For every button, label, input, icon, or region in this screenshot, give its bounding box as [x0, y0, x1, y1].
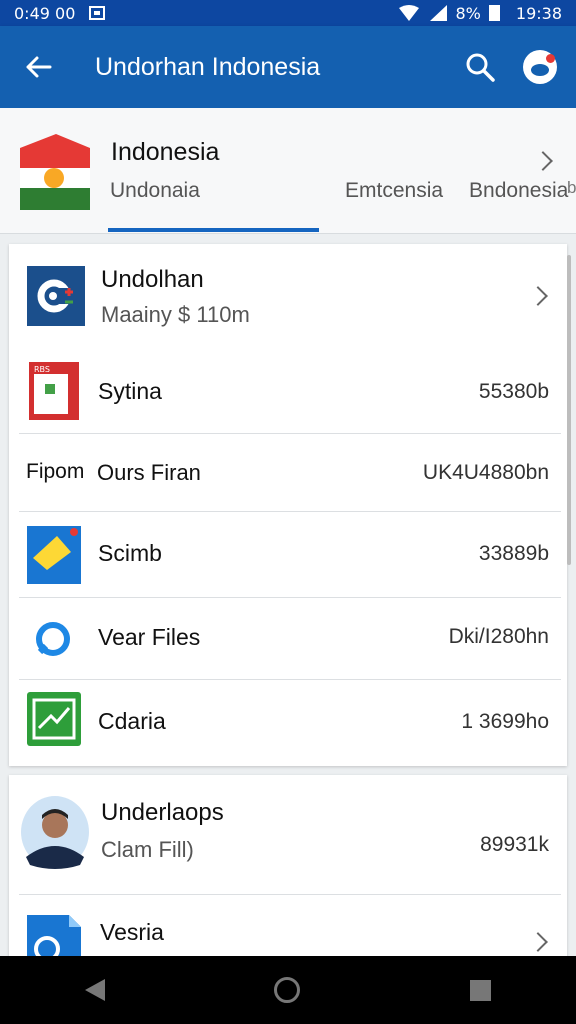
item-value: Dki/I280hn: [448, 625, 549, 648]
contact-name: Underlaops: [101, 799, 224, 826]
search-icon: [466, 53, 495, 82]
list-item[interactable]: Scimb 33889b: [9, 512, 567, 598]
item-prefix: Fipom: [26, 460, 85, 483]
stats-card: Undolhan Maainy $ 110m RBS Sytina 55380b…: [9, 244, 567, 766]
item-label: Vesria: [100, 919, 164, 945]
item-subtitle: Maainy $ 110m: [101, 302, 250, 327]
item-label: Ours Firan: [97, 460, 201, 485]
status-bar: 0:49 00 8% 19:38: [0, 0, 576, 26]
list-item[interactable]: Vear Files Dki/I280hn: [9, 598, 567, 680]
nav-recents-icon[interactable]: [470, 979, 492, 1001]
country-header[interactable]: Indonesia Undonaia Emtcensia Bndonesia b: [0, 108, 576, 234]
item-label: Scimb: [98, 540, 162, 566]
country-name: Indonesia: [111, 138, 220, 166]
item-value: 33889b: [478, 542, 549, 565]
chat-bubble-icon: [36, 622, 70, 656]
tab-bndonesia[interactable]: Bndonesia: [469, 178, 576, 232]
avatar: [21, 796, 89, 869]
arrow-left-icon: [26, 56, 52, 78]
document-badge-icon: RBS: [29, 362, 79, 420]
nav-back-icon[interactable]: [84, 979, 105, 1001]
item-label: Undolhan: [101, 266, 204, 293]
page-title: Undorhan Indonesia: [95, 52, 321, 81]
list-item[interactable]: Vesria: [9, 895, 567, 965]
chart-board-icon: [27, 692, 81, 746]
item-label: Sytina: [98, 378, 162, 404]
badge-text: RBS: [34, 365, 50, 374]
list-item[interactable]: RBS Sytina 55380b: [9, 346, 567, 434]
tab-emtcensia[interactable]: Emtcensia: [345, 178, 469, 232]
item-value: 89931k: [480, 833, 549, 856]
status-time-left: 0:49 00: [14, 3, 76, 23]
item-label: Cdaria: [98, 708, 166, 734]
search-button[interactable]: [450, 26, 510, 108]
tab-overflow-label: b: [567, 178, 576, 197]
signal-icon: [429, 5, 447, 21]
country-tabs: Undonaia Emtcensia Bndonesia: [108, 178, 576, 232]
account-avatar-icon: [523, 50, 557, 84]
tab-undonaia[interactable]: Undonaia: [108, 178, 345, 232]
chevron-right-icon: [528, 932, 548, 952]
back-button[interactable]: [0, 26, 76, 108]
list-item[interactable]: Undolhan Maainy $ 110m: [9, 244, 567, 346]
app-bar: Undorhan Indonesia: [0, 26, 576, 108]
item-value: 1 3699ho: [461, 710, 549, 733]
status-time-right: 19:38: [515, 3, 562, 23]
system-navigation-bar: [0, 956, 576, 1024]
item-value: 55380b: [478, 380, 549, 403]
item-label: Vear Files: [98, 624, 201, 650]
contact-subtitle: Clam Fill): [101, 837, 194, 862]
flag-icon: [20, 134, 90, 210]
folder-tag-icon: [27, 526, 81, 584]
chevron-right-icon: [528, 286, 548, 306]
wifi-icon: [398, 5, 419, 21]
list-item[interactable]: Cdaria 1 3699ho: [9, 680, 567, 766]
app-logo-icon: [27, 266, 85, 326]
item-value: UK4U4880bn: [422, 461, 549, 484]
nav-home-icon[interactable]: [274, 977, 301, 1003]
list-item[interactable]: Underlaops Clam Fill) 89931k: [9, 775, 567, 895]
contacts-card: Underlaops Clam Fill) 89931k Vesria: [9, 775, 567, 965]
screenshot-notification-icon: [89, 6, 106, 20]
chevron-right-icon[interactable]: [533, 151, 553, 171]
battery-icon: [488, 5, 500, 21]
battery-percent: 8%: [455, 3, 481, 23]
list-item[interactable]: Fipom Ours Firan UK4U4880bn: [9, 434, 567, 512]
account-button[interactable]: [510, 26, 570, 108]
scrollbar[interactable]: [567, 255, 571, 565]
